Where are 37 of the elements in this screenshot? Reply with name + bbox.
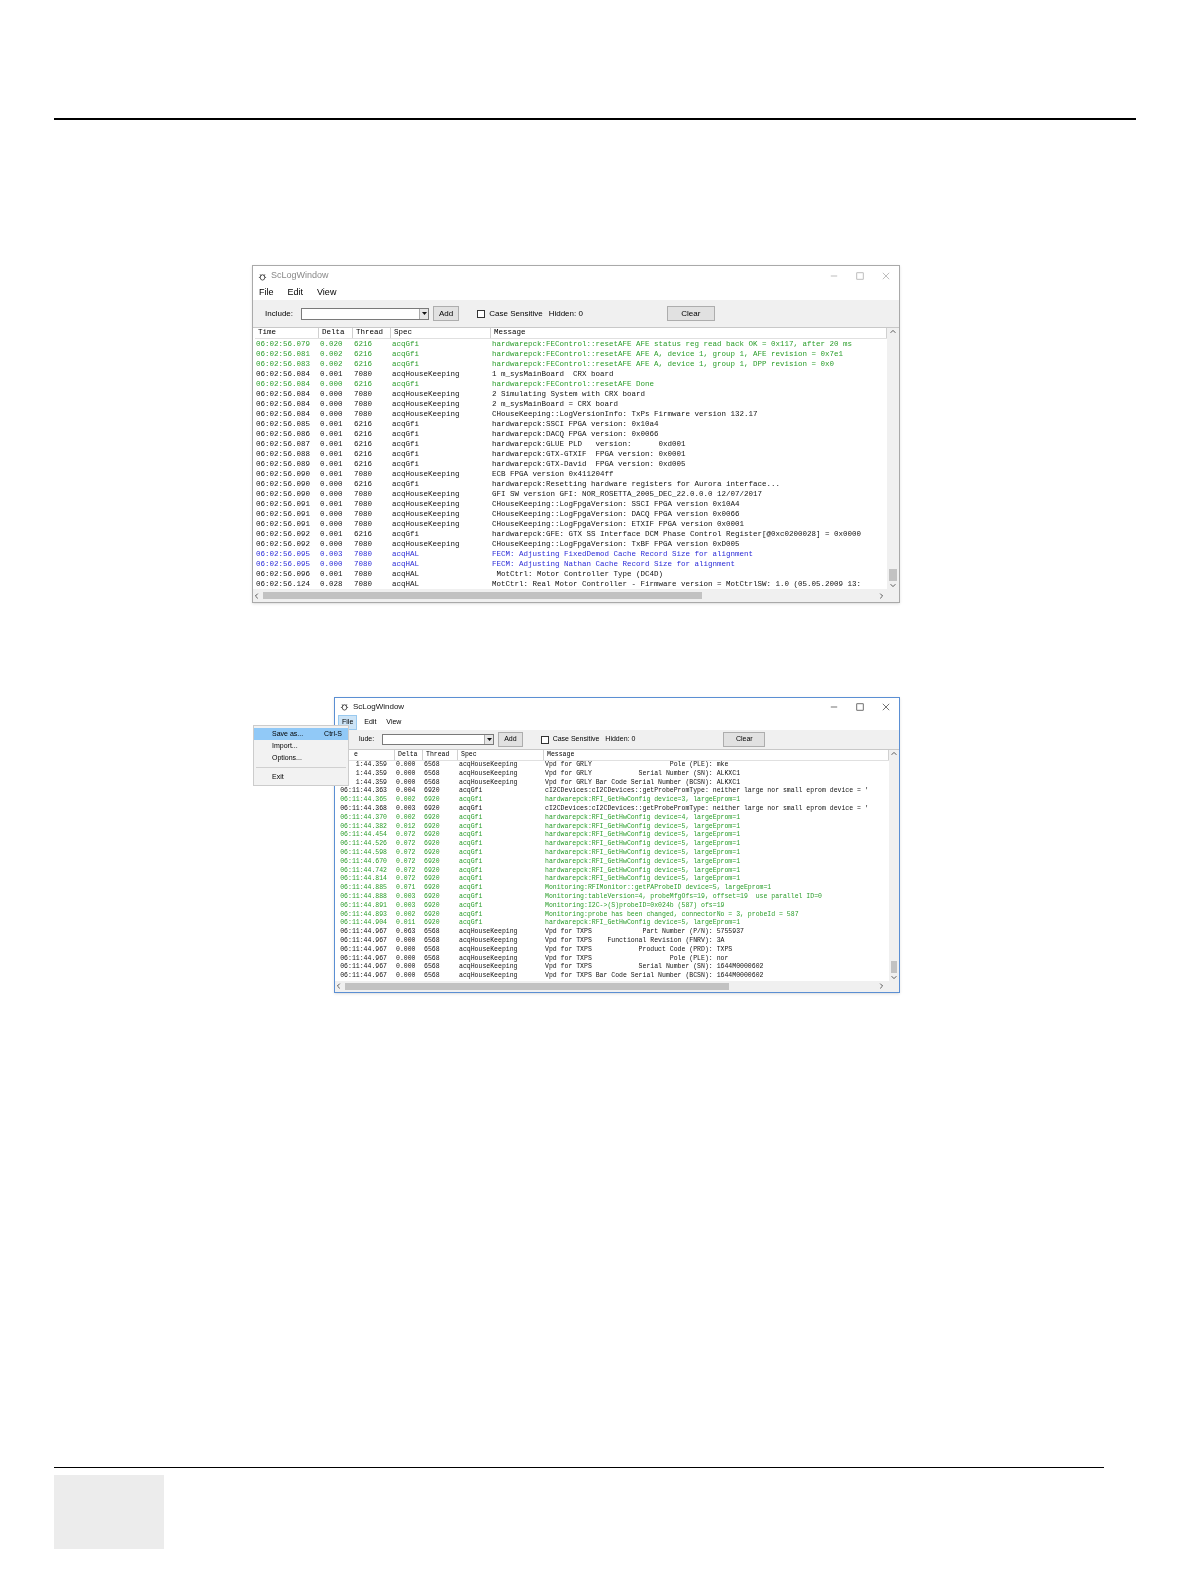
horizontal-scrollbar[interactable] [335, 980, 899, 992]
menu-item[interactable]: File [256, 286, 277, 300]
scrollbar-thumb[interactable] [345, 982, 729, 990]
caret-icon [486, 738, 492, 741]
menu-item[interactable]: Edit [284, 286, 307, 300]
case-sensitive-label: Case Sensitive [489, 307, 543, 320]
scrollbar-thumb[interactable] [891, 960, 897, 973]
app-bug-icon [340, 702, 349, 711]
add-button[interactable]: Add [433, 306, 460, 321]
window-title: ScLogWindow [271, 269, 329, 283]
scroll-up-icon[interactable] [889, 328, 897, 336]
include-dropdown[interactable] [301, 307, 430, 320]
case-sensitive-checkbox[interactable] [477, 309, 486, 318]
menu-item[interactable]: View [314, 286, 340, 300]
clear-button[interactable]: Clear [666, 306, 715, 321]
scrollbar-thumb[interactable] [889, 569, 897, 581]
caret-icon [421, 312, 427, 315]
close-icon[interactable] [882, 702, 890, 711]
scrollbar-thumb[interactable] [263, 592, 703, 599]
vertical-scrollbar[interactable] [889, 750, 899, 981]
vertical-scrollbar[interactable] [887, 328, 899, 589]
scroll-right-icon[interactable] [877, 982, 885, 991]
horizontal-scrollbar[interactable] [253, 589, 899, 602]
include-label: Include: [265, 307, 294, 320]
scroll-left-icon[interactable] [335, 982, 343, 991]
include-dropdown[interactable] [382, 734, 495, 745]
scroll-up-icon[interactable] [890, 750, 898, 758]
maximize-icon[interactable] [856, 272, 864, 280]
window-title: ScLogWindow [353, 700, 405, 713]
scroll-left-icon[interactable] [253, 591, 261, 600]
minimize-icon[interactable] [830, 272, 838, 280]
case-sensitive-checkbox[interactable] [540, 735, 549, 744]
scroll-right-icon[interactable] [877, 591, 885, 600]
app-bug-icon [258, 271, 267, 281]
maximize-icon[interactable] [856, 702, 864, 711]
scroll-down-icon[interactable] [889, 581, 897, 589]
hidden-count: Hidden: 0 [548, 307, 583, 320]
